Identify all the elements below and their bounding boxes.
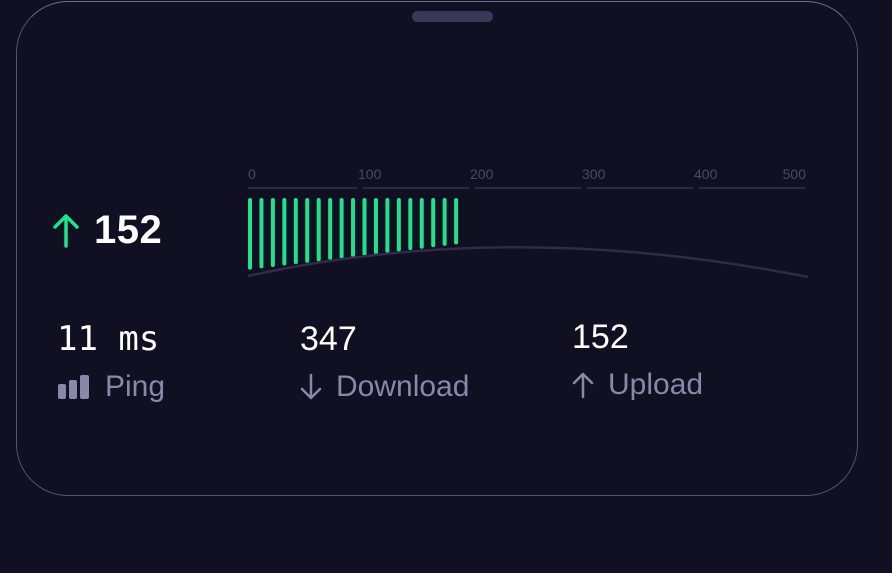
gauge-fill-bar — [305, 198, 310, 263]
current-speed: 152 — [52, 205, 162, 255]
upload-stat: 152 Upload — [572, 318, 703, 402]
ping-stat: 11 ms Ping — [57, 320, 165, 404]
download-stat: 347 Download — [300, 320, 469, 404]
current-speed-value: 152 — [94, 207, 163, 252]
gauge-tick-label: 0 — [248, 166, 256, 182]
ping-value: 11 ms — [57, 319, 160, 359]
arrow-down-icon — [300, 373, 322, 400]
gauge-fill-bar — [328, 198, 333, 260]
gauge-tick-label: 500 — [783, 166, 807, 182]
arrow-up-icon — [53, 214, 79, 248]
gauge-fill-bar — [373, 198, 378, 255]
gauge-tick-label: 400 — [694, 166, 718, 182]
upload-value: 152 — [572, 318, 629, 356]
ping-label: Ping — [105, 370, 166, 403]
gauge-fill-bar — [339, 198, 344, 259]
gauge-fill-bar — [408, 198, 413, 251]
gauge-tick-label: 200 — [470, 166, 494, 182]
gauge-fill-bar — [351, 198, 356, 258]
download-value: 347 — [300, 320, 357, 358]
gauge-fill-bar — [419, 198, 424, 249]
gauge-fill-bar — [270, 198, 275, 267]
gauge-tick-label: 100 — [358, 166, 382, 182]
gauge-fill-bar — [282, 198, 287, 266]
gauge-fill-bar — [442, 198, 447, 246]
gauge-fill-bar — [385, 198, 390, 253]
signal-bars-icon — [58, 375, 89, 399]
gauge-fill-bar — [293, 198, 298, 265]
gauge-fill-bar — [259, 198, 264, 269]
drag-handle[interactable] — [412, 11, 493, 22]
gauge-fill-bar — [248, 198, 252, 270]
gauge-fill-bar — [431, 198, 436, 248]
gauge-fill-bar — [396, 198, 401, 252]
speed-gauge: 0 100 200 300 400 500 — [247, 166, 809, 279]
gauge-fill-bar — [316, 198, 321, 262]
arrow-up-icon — [572, 372, 594, 399]
gauge-fill-bar — [362, 198, 367, 256]
gauge-tick-label: 300 — [582, 166, 606, 182]
upload-label: Upload — [608, 368, 704, 401]
gauge-fill-bar — [454, 198, 459, 245]
download-label: Download — [336, 370, 470, 403]
